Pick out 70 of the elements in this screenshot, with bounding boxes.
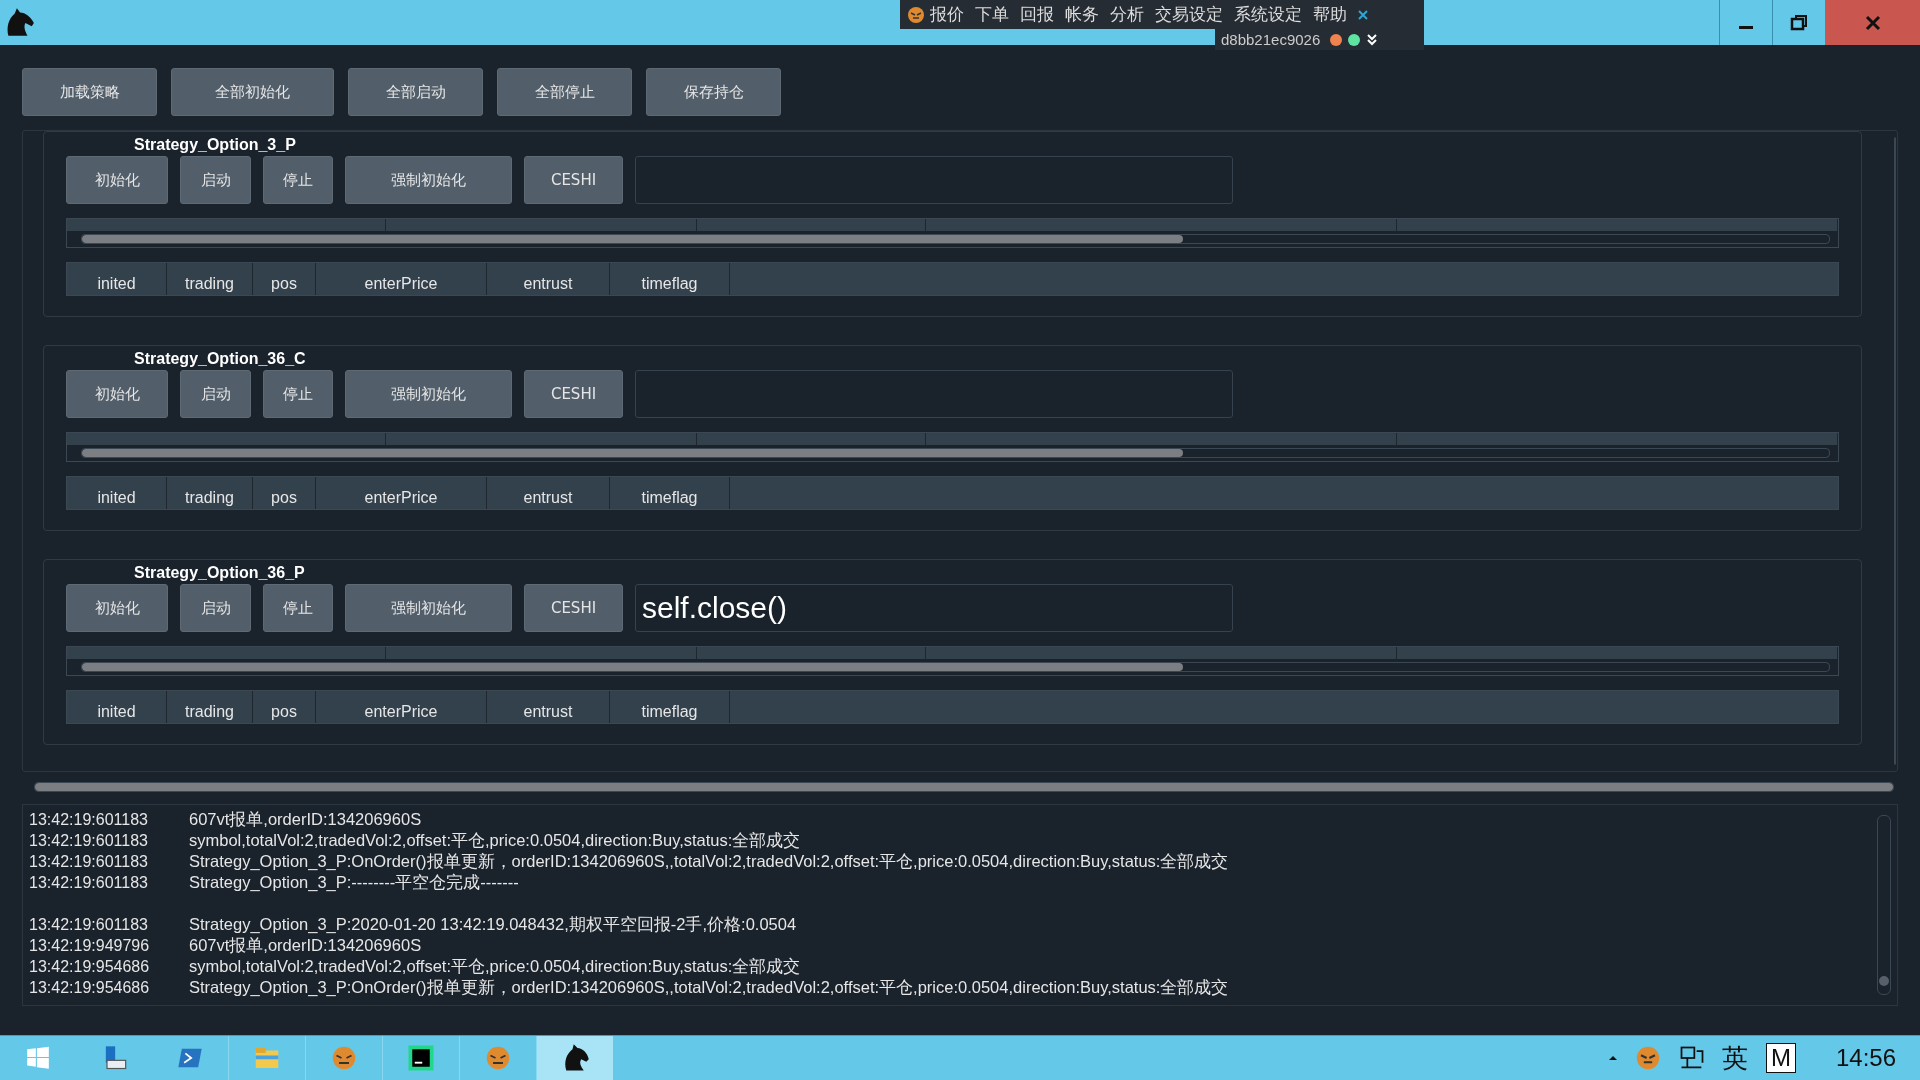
log-message: 607vt报单,orderID:134206960S [189,934,422,956]
menu-item[interactable]: 帮助 [1313,3,1347,26]
column-header: inited [67,477,167,509]
toolbar-button[interactable]: 全部初始化 [171,68,334,116]
column-header: pos [253,477,316,509]
menu-item[interactable]: 报价 [930,3,964,26]
strategy-button[interactable]: 启动 [180,584,251,632]
strategy-button[interactable]: 初始化 [66,584,168,632]
strategy-button[interactable]: CESHI [524,584,623,632]
log-time: 13:42:19:954686 [29,957,151,976]
menu-item[interactable]: 分析 [1110,3,1144,26]
input-mode-indicator[interactable]: M [1765,1043,1796,1073]
menu-item[interactable]: 回报 [1020,3,1054,26]
strategy-button[interactable]: CESHI [524,370,623,418]
strategy-name: Strategy_Option_3_P [134,136,297,155]
column-header: timeflag [610,263,730,295]
log-time: 13:42:19:601183 [29,873,149,892]
column-header: timeflag [610,477,730,509]
log-message: 607vt报单,orderID:134206960S [189,808,422,830]
column-header: enterPrice [316,477,487,509]
strategy-name: Strategy_Option_36_P [134,564,306,583]
toolbar-button[interactable]: 加载策略 [22,68,157,116]
log-time: 13:42:19:601183 [29,831,149,850]
strategy-button[interactable]: 强制初始化 [345,156,512,204]
log-time: 13:42:19:954686 [29,978,151,997]
strategy-button[interactable]: 强制初始化 [345,584,512,632]
log-time: 13:42:19:601183 [29,915,149,934]
column-header: pos [253,691,316,723]
column-header: timeflag [610,691,730,723]
toolbar-button[interactable]: 全部启动 [348,68,483,116]
column-header: trading [167,477,253,509]
strategy-button[interactable]: 初始化 [66,156,168,204]
column-header: trading [167,691,253,723]
log-message: symbol,totalVol:2,tradedVol:2,offset:平仓,price:0.0504,direction:Buy,status:全部成交 [189,829,801,851]
column-header: pos [253,263,316,295]
menu-item[interactable]: 帐务 [1065,3,1099,26]
column-header: entrust [487,691,610,723]
column-header: entrust [487,477,610,509]
log-message: Strategy_Option_3_P:OnOrder()报单更新，orderID:134206960S,,totalVol:2,tradedVol:2,offset:平仓,price:0.0504,direction:Buy,status:全部成交 [189,976,1229,998]
strategy-button[interactable]: 停止 [263,370,333,418]
log-time: 13:42:19:601183 [29,852,149,871]
input-language-indicator[interactable]: 英 [1721,1040,1748,1076]
strategy-button[interactable]: 启动 [180,156,251,204]
column-header: enterPrice [316,263,487,295]
log-message: Strategy_Option_3_P:OnOrder()报单更新，orderID:134206960S,,totalVol:2,tradedVol:2,offset:平仓,price:0.0504,direction:Buy,status:全部成交 [189,850,1229,872]
strategy-button[interactable]: 初始化 [66,370,168,418]
menu-item[interactable]: 下单 [975,3,1009,26]
log-message: Strategy_Option_3_P:--------平空仓完成------- [189,871,519,893]
strategy-name: Strategy_Option_36_C [134,350,307,369]
log-message: symbol,totalVol:2,tradedVol:2,offset:平仓,price:0.0504,direction:Buy,status:全部成交 [189,955,801,977]
command-field[interactable]: self.close() [635,584,1233,632]
strategy-button[interactable]: 停止 [263,584,333,632]
log-time: 13:42:19:949796 [29,936,151,955]
log-message: Strategy_Option_3_P:2020-01-20 13:42:19.048432,期权平空回报-2手,价格:0.0504 [189,913,797,935]
account-id: d8bb21ec9026 [1221,31,1321,48]
column-header: enterPrice [316,691,487,723]
strategy-button[interactable]: 强制初始化 [345,370,512,418]
strategy-button[interactable]: CESHI [524,156,623,204]
column-header: inited [67,691,167,723]
menu-item[interactable]: 交易设定 [1155,3,1223,26]
column-header: trading [167,263,253,295]
menu-item[interactable]: 系统设定 [1234,3,1302,26]
column-header: entrust [487,263,610,295]
column-header: inited [67,263,167,295]
clock[interactable]: 14:56 [1835,1044,1896,1072]
strategy-button[interactable]: 启动 [180,370,251,418]
toolbar-button[interactable]: 保存持仓 [646,68,781,116]
log-time: 13:42:19:601183 [29,810,149,829]
toolbar-button[interactable]: 全部停止 [497,68,632,116]
strategy-button[interactable]: 停止 [263,156,333,204]
